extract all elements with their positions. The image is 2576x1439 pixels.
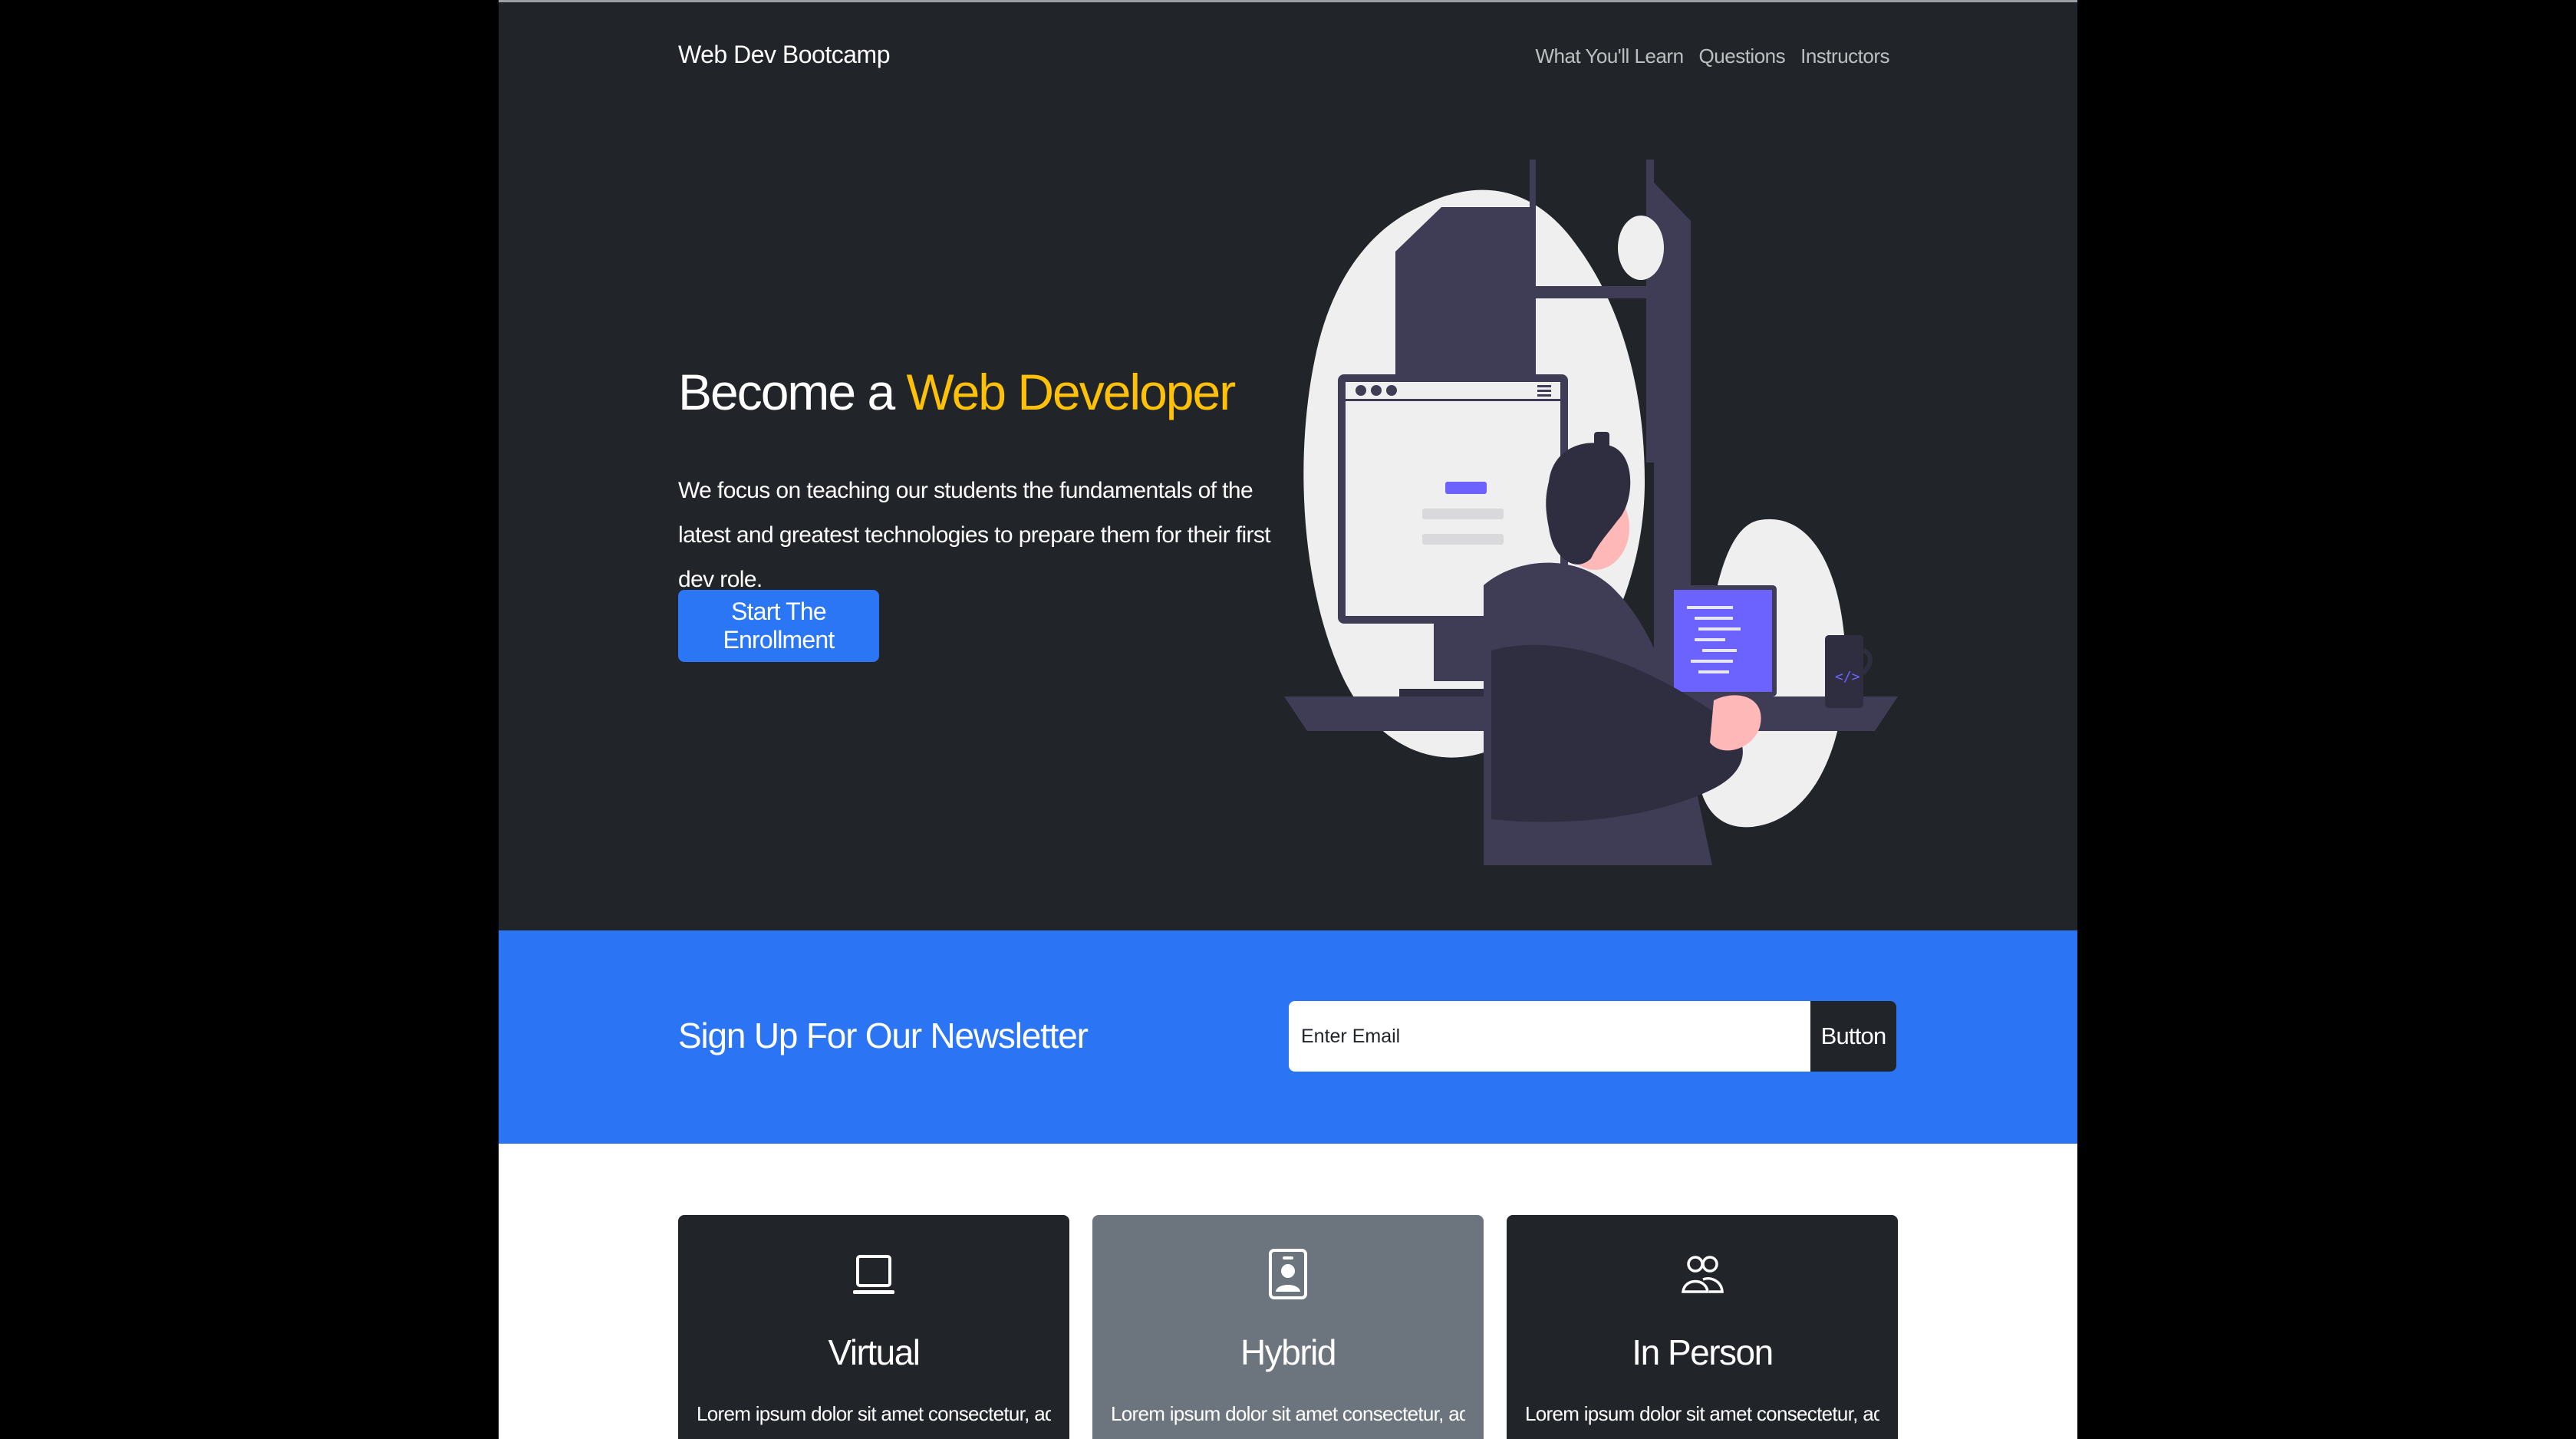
card-text: Lorem ipsum dolor sit amet consectetur, … bbox=[1525, 1402, 1879, 1425]
nav-link-what-youll-learn[interactable]: What You'll Learn bbox=[1535, 44, 1684, 68]
start-enrollment-button[interactable]: Start The Enrollment bbox=[678, 590, 879, 662]
card-text: Lorem ipsum dolor sit amet consectetur, … bbox=[1111, 1402, 1465, 1425]
navbar-links: What You'll Learn Questions Instructors bbox=[1535, 44, 1889, 68]
hero-description: We focus on teaching our students the fu… bbox=[678, 478, 1271, 592]
nav-link-questions[interactable]: Questions bbox=[1699, 44, 1786, 68]
hero-section: Web Dev Bootcamp What You'll Learn Quest… bbox=[499, 2, 2077, 930]
card-virtual: Virtual Lorem ipsum dolor sit amet conse… bbox=[678, 1215, 1069, 1439]
card-title: In Person bbox=[1632, 1332, 1774, 1372]
boxes-section: Virtual Lorem ipsum dolor sit amet conse… bbox=[499, 1144, 2077, 1439]
laptop-icon bbox=[853, 1255, 894, 1294]
card-title: Hybrid bbox=[1240, 1332, 1336, 1372]
navbar-brand[interactable]: Web Dev Bootcamp bbox=[678, 41, 890, 69]
nav-link-instructors[interactable]: Instructors bbox=[1800, 44, 1889, 68]
people-icon bbox=[1682, 1256, 1724, 1293]
page: Web Dev Bootcamp What You'll Learn Quest… bbox=[499, 0, 2077, 1439]
card-text: Lorem ipsum dolor sit amet consectetur, … bbox=[697, 1402, 1051, 1425]
card-title: Virtual bbox=[828, 1332, 921, 1372]
hero-title: Become a Web Developer bbox=[678, 363, 1237, 421]
card-in-person: In Person Lorem ipsum dolor sit amet con… bbox=[1507, 1215, 1898, 1439]
svg-text:</>: </> bbox=[1835, 669, 1860, 685]
developer-at-desk-illustration: </> bbox=[1284, 160, 1898, 865]
newsletter-section: Sign Up For Our Newsletter Button bbox=[499, 930, 2077, 1144]
card-hybrid: Hybrid Lorem ipsum dolor sit amet consec… bbox=[1092, 1215, 1484, 1439]
hero-title-prefix: Become a bbox=[678, 364, 907, 420]
hero-title-accent: Web Developer bbox=[906, 364, 1237, 420]
person-badge-icon bbox=[1269, 1249, 1307, 1299]
email-input[interactable] bbox=[1289, 1001, 1810, 1072]
newsletter-title: Sign Up For Our Newsletter bbox=[678, 1016, 1089, 1055]
newsletter-submit-button[interactable]: Button bbox=[1810, 1001, 1896, 1072]
